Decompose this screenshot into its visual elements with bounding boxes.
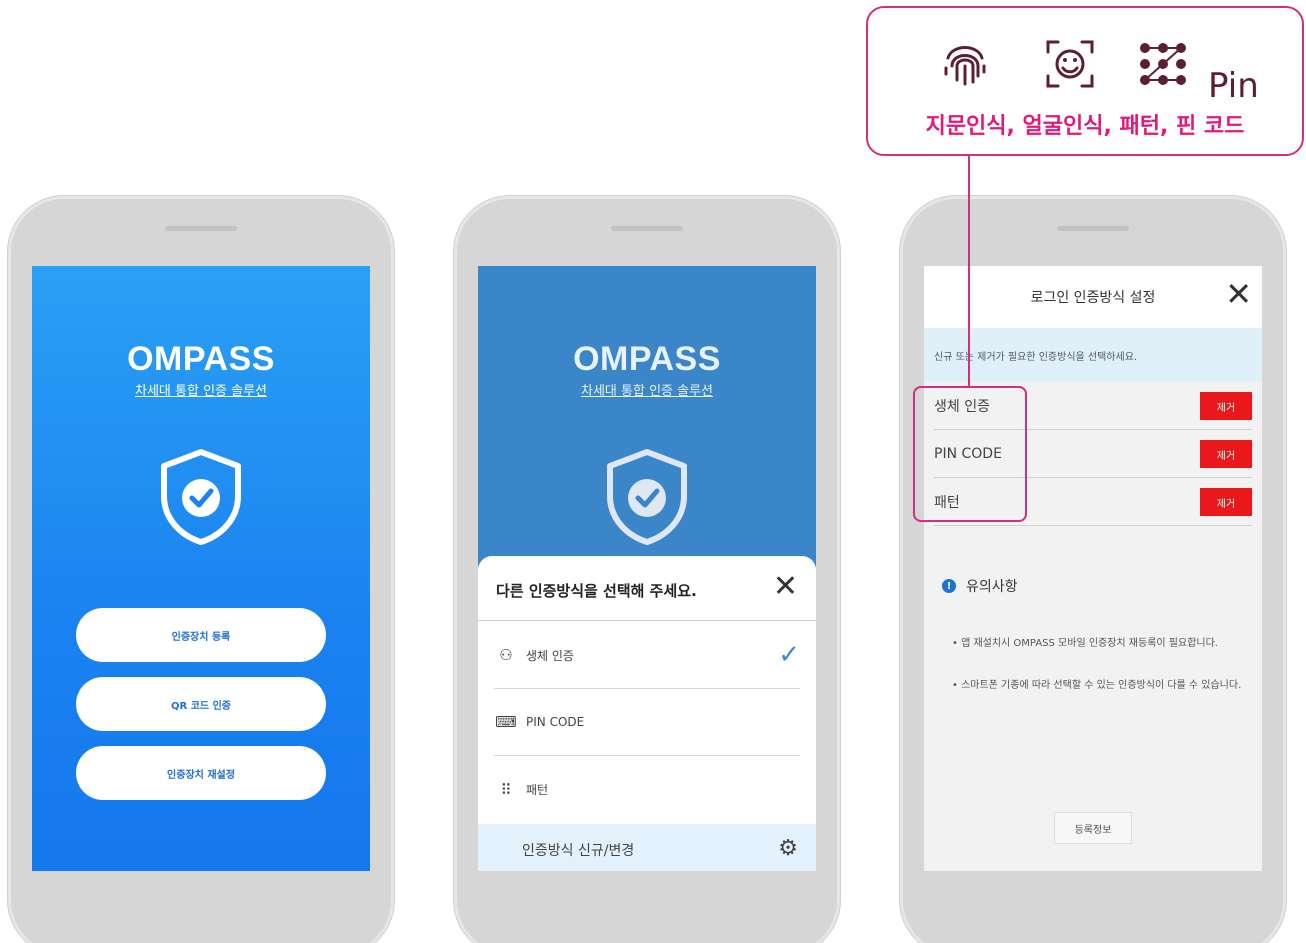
remove-button[interactable]: 제거 <box>1200 440 1252 468</box>
select-method-screen: OMPASS 차세대 통합 인증 솔루션 다른 인증방식을 선택해 주세요. ✕… <box>478 266 816 871</box>
remove-button[interactable]: 제거 <box>1200 392 1252 420</box>
gear-icon: ⚙ <box>778 836 798 861</box>
shield-check-icon <box>607 449 687 545</box>
close-icon[interactable]: ✕ <box>1225 278 1252 310</box>
reset-device-button[interactable]: 인증장치 재설정 <box>76 746 326 800</box>
divider <box>478 620 816 621</box>
pattern-dots-icon <box>1140 43 1186 85</box>
info-icon: ! <box>942 579 956 593</box>
notice-item: • 앱 재설치시 OMPASS 모바일 인증장치 재등록이 필요합니다. <box>952 638 1218 649</box>
notice-title: 유의사항 <box>966 579 1018 595</box>
settings-header: 로그인 인증방식 설정 ✕ <box>924 266 1262 328</box>
method-select-sheet: 다른 인증방식을 선택해 주세요. ✕ ⚇ 생체 인증 ✓ ⌨ PIN CODE… <box>478 556 816 871</box>
callout-icons: Pin <box>868 36 1302 106</box>
brand-title: OMPASS <box>127 340 275 378</box>
person-icon: ⚇ <box>499 646 513 664</box>
option-label: PIN CODE <box>526 715 585 729</box>
brand-title: OMPASS <box>573 340 721 378</box>
page-title: 로그인 인증방식 설정 <box>1030 290 1156 306</box>
face-scan-icon <box>1046 40 1094 88</box>
register-device-button[interactable]: 인증장치 등록 <box>76 608 326 662</box>
keyboard-icon: ⌨ <box>495 713 517 731</box>
phone-mockup-home: OMPASS 차세대 통합 인증 솔루션 인증장치 등록 QR 코드 인증 인증… <box>8 196 394 943</box>
checkmark-icon: ✓ <box>778 640 800 670</box>
method-settings-screen: 로그인 인증방식 설정 ✕ 신규 또는 제거가 필요한 인증방식을 선택하세요.… <box>924 266 1262 871</box>
shield-check-icon <box>161 449 241 545</box>
brand-subtitle-link[interactable]: 차세대 통합 인증 솔루션 <box>32 380 370 399</box>
add-change-method-button[interactable]: 인증방식 신규/변경 ⚙ <box>478 824 816 871</box>
callout-connector-line <box>968 156 970 388</box>
callout-label: 지문인식, 얼굴인식, 패턴, 핀 코드 <box>925 114 1245 139</box>
qr-code-auth-button[interactable]: QR 코드 인증 <box>76 677 326 731</box>
notice-item: • 스마트폰 기종에 따라 선택할 수 있는 인증방식이 다를 수 있습니다. <box>952 680 1242 691</box>
fingerprint-icon <box>944 46 986 86</box>
register-info-button[interactable]: 등록정보 <box>1054 812 1132 844</box>
pin-code-icon: Pin <box>1208 66 1259 106</box>
phone-speaker <box>165 226 237 231</box>
highlight-box <box>913 386 1027 522</box>
option-label: 패턴 <box>526 783 549 797</box>
option-label: 생체 인증 <box>526 648 574 663</box>
phone-speaker <box>1057 226 1129 231</box>
option-pin-code[interactable]: ⌨ PIN CODE <box>494 689 800 756</box>
remove-button[interactable]: 제거 <box>1200 488 1252 516</box>
phone-mockup-select-method: OMPASS 차세대 통합 인증 솔루션 다른 인증방식을 선택해 주세요. ✕… <box>454 196 840 943</box>
footer-label: 인증방식 신규/변경 <box>522 843 635 859</box>
pattern-grid-icon: ⠿ <box>500 780 512 799</box>
sheet-title: 다른 인증방식을 선택해 주세요. <box>496 582 697 600</box>
option-pattern[interactable]: ⠿ 패턴 <box>494 756 800 823</box>
phone-mockup-method-settings: 로그인 인증방식 설정 ✕ 신규 또는 제거가 필요한 인증방식을 선택하세요.… <box>900 196 1286 943</box>
option-biometric[interactable]: ⚇ 생체 인증 ✓ <box>494 622 800 689</box>
auth-methods-callout: Pin 지문인식, 얼굴인식, 패턴, 핀 코드 <box>866 6 1304 156</box>
home-screen: OMPASS 차세대 통합 인증 솔루션 인증장치 등록 QR 코드 인증 인증… <box>32 266 370 871</box>
phone-speaker <box>611 226 683 231</box>
brand-subtitle-link[interactable]: 차세대 통합 인증 솔루션 <box>478 380 816 399</box>
notice-heading: ! 유의사항 <box>942 576 1018 596</box>
info-text: 신규 또는 제거가 필요한 인증방식을 선택하세요. <box>924 328 1262 382</box>
close-icon[interactable]: ✕ <box>773 572 798 602</box>
